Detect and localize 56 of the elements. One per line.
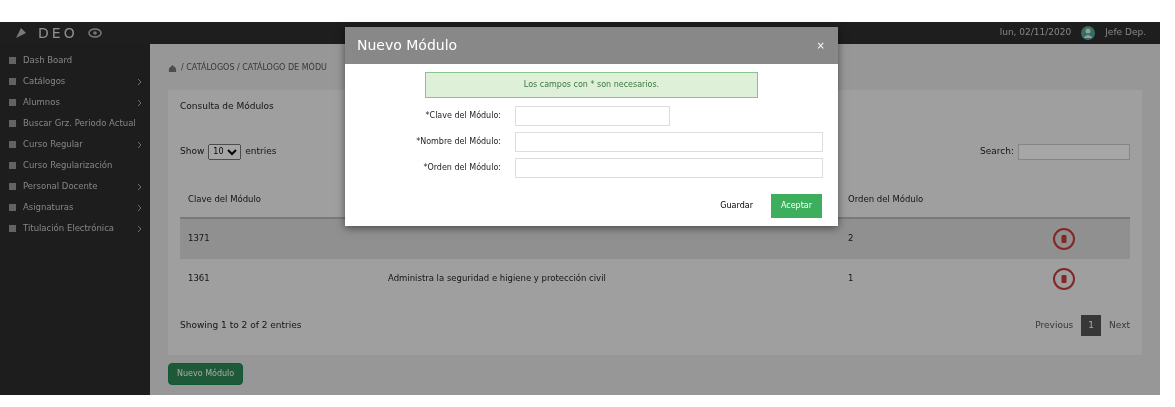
field-label: *Orden del Módulo: [422,162,502,174]
brand-name: DEO [38,23,78,43]
eye-icon[interactable] [87,28,102,38]
input-field[interactable] [515,132,823,152]
menu-item-icon [8,77,17,86]
table-cell: Administra la seguridad e higiene y protección civil [380,258,840,299]
previous-link[interactable]: Previous [1035,318,1074,332]
table-cell: 1 [840,258,1045,299]
date-text: lun, 02/11/2020 [999,26,1072,40]
trash-icon [1060,233,1067,244]
sidebar-item[interactable]: Catálogos [23,75,131,88]
close-button[interactable]: × [815,37,826,54]
user-avatar-icon[interactable] [1081,26,1096,40]
sidebar-item[interactable]: Curso Regular [23,138,131,151]
delete-button[interactable] [1052,227,1075,250]
entries-label: entries [245,144,277,158]
field-label: *Nombre del Módulo: [415,136,502,148]
trash-icon [1060,273,1067,284]
table-cell: 1361 [180,258,380,299]
accept-button[interactable]: Aceptar [770,194,822,218]
breadcrumb-text: / CATÁLOGOS / CATÁLOGO DE MÓDU [181,62,327,74]
delete-button[interactable] [1052,267,1075,290]
input-field[interactable] [515,158,823,178]
entries-select[interactable]: 10 [208,143,242,160]
menu-item-icon [8,203,17,212]
logo-icon [14,26,28,40]
new-module-button[interactable]: Nuevo Módulo [168,363,244,385]
sidebar-item[interactable]: Alumnos [23,96,131,109]
table-info: Showing 1 to 2 of 2 entries [180,318,302,332]
sidebar-item[interactable]: Personal Docente [23,180,131,193]
sidebar-item[interactable]: Buscar Grz. Periodo Actual [23,117,142,130]
search-label: Search: [980,144,1014,158]
menu-item-icon [8,161,17,170]
table-cell: 1371 [180,217,380,259]
next-link[interactable]: Next [1109,318,1130,332]
menu-item-icon [8,56,17,65]
menu-item-icon [8,224,17,233]
field-label: *Clave del Módulo: [424,110,502,122]
user-name[interactable]: Jefe Dep. [1105,26,1146,40]
show-label: Show [180,144,205,158]
sidebar-item[interactable]: Titulación Electrónica [23,222,131,235]
info-alert: Los campos con * son necesarios. [425,72,758,98]
menu-item-icon [8,98,17,107]
modal-title: Nuevo Módulo [357,36,458,55]
input-field[interactable] [515,106,670,126]
menu-item-icon [8,119,17,128]
search-field[interactable] [1018,143,1130,160]
sidebar-item[interactable]: Dash Board [23,54,142,67]
sidebar-item[interactable]: Asignaturas [23,201,131,214]
menu-item-icon [8,140,17,149]
table-cell: 2 [840,217,1045,259]
home-icon[interactable] [168,63,177,73]
menu-item-icon [8,182,17,191]
column-header[interactable]: Orden del Módulo [840,181,1045,218]
sidebar-item[interactable]: Curso Regularización [23,159,142,172]
page-button[interactable]: 1 [1081,314,1102,336]
